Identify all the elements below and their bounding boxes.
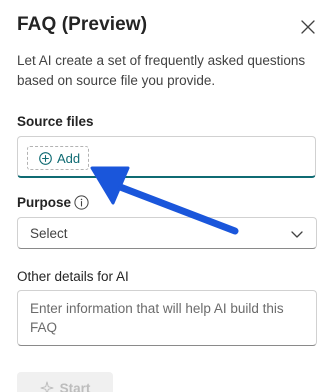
chevron-down-icon (291, 231, 303, 238)
other-details-input[interactable]: Enter information that will help AI buil… (17, 290, 317, 346)
start-label: Start (59, 380, 91, 392)
purpose-select[interactable]: Select (17, 217, 317, 249)
close-button[interactable] (297, 16, 319, 38)
source-files-label: Source files (17, 114, 94, 129)
purpose-label: Purpose (17, 195, 72, 210)
add-source-button[interactable]: Add (27, 146, 89, 170)
dialog-title: FAQ (Preview) (17, 14, 148, 35)
start-button[interactable]: Start (17, 372, 113, 392)
faq-dialog: FAQ (Preview) Let AI create a set of fre… (0, 0, 332, 392)
purpose-selected-value: Select (30, 225, 68, 241)
plus-circle-icon (39, 151, 52, 165)
add-source-label: Add (57, 150, 81, 166)
dialog-description: Let AI create a set of frequently asked … (17, 53, 306, 88)
source-files-field: Add (17, 136, 316, 178)
close-icon (301, 20, 315, 34)
info-icon[interactable] (74, 195, 89, 210)
other-details-label: Other details for AI (17, 269, 129, 284)
sparkle-icon (40, 381, 54, 392)
